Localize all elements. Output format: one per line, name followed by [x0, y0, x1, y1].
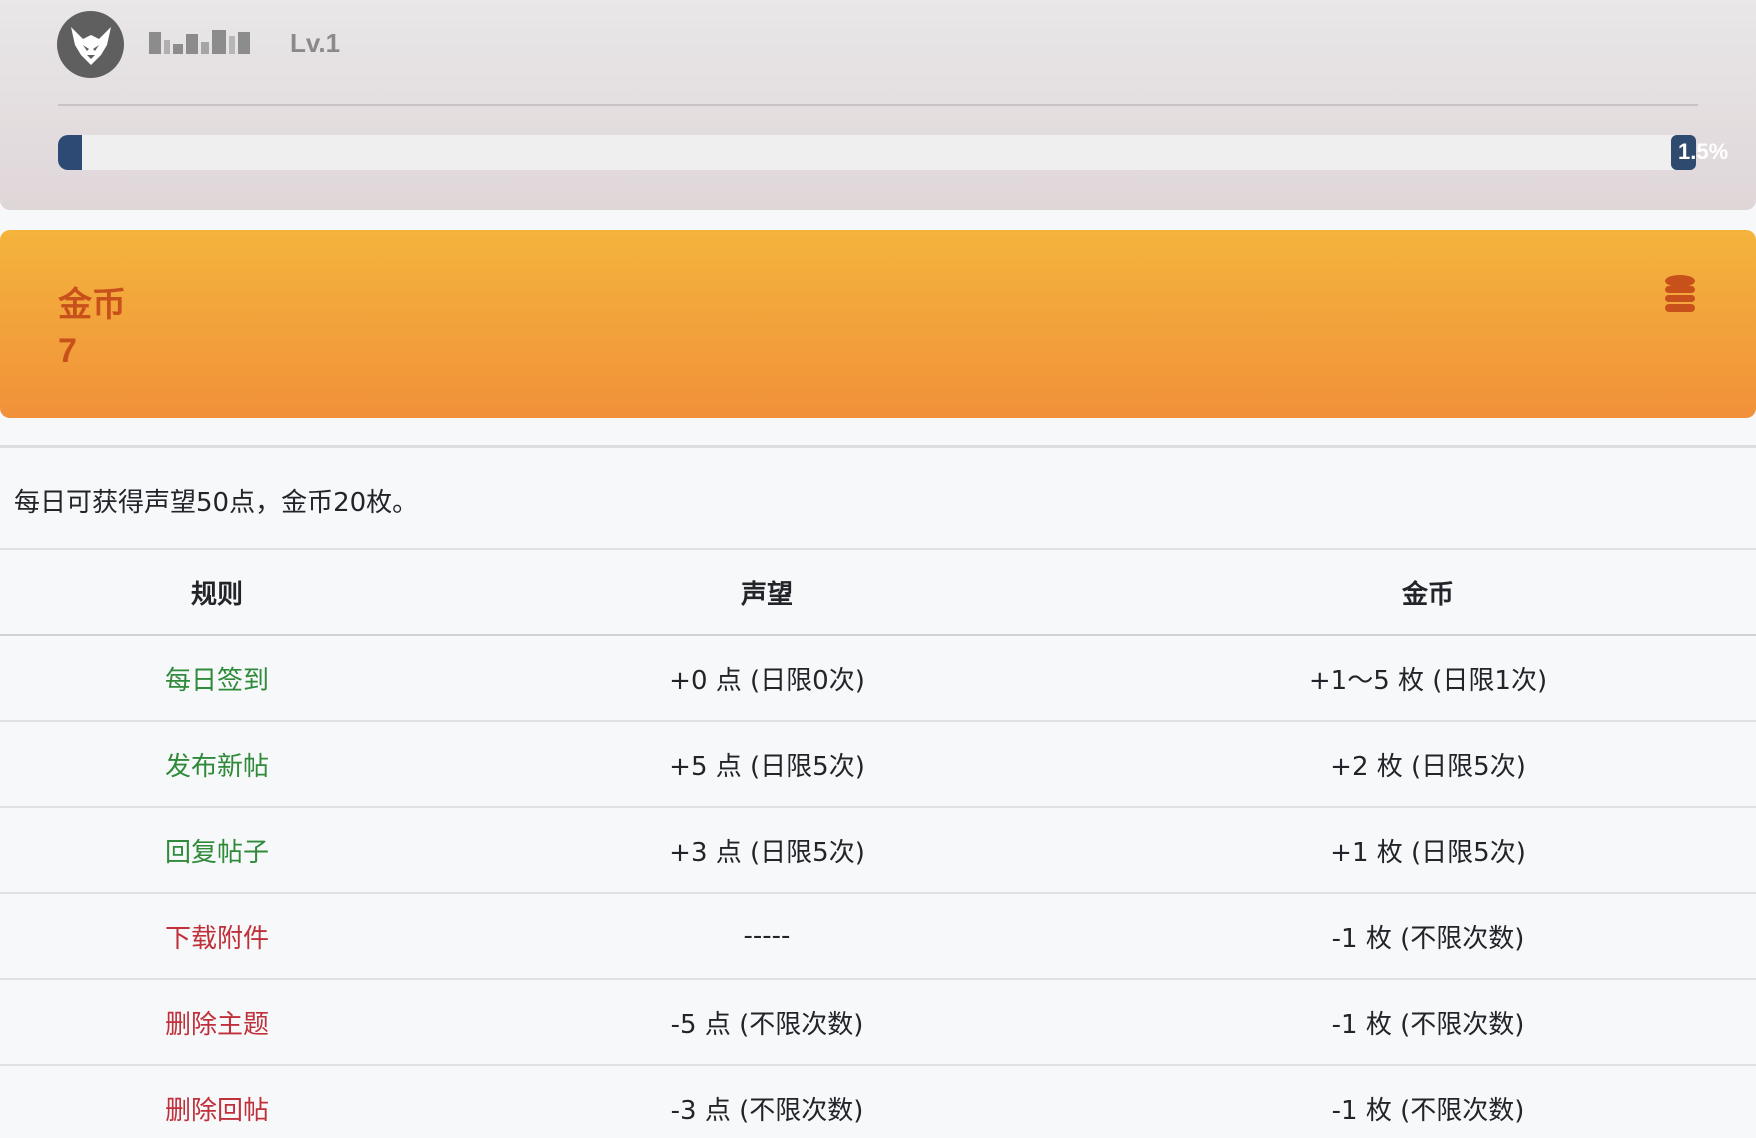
demon-mask-icon [70, 26, 111, 65]
coin-balance: 7 [58, 332, 77, 370]
coins-value: -1 枚 (不限次数) [1100, 978, 1756, 1065]
coins-value: -1 枚 (不限次数) [1100, 892, 1756, 979]
reputation-value: +3 点 (日限5次) [434, 806, 1100, 893]
reputation-value: +0 点 (日限0次) [434, 634, 1100, 721]
header-coins: 金币 [1100, 548, 1756, 636]
coins-value: +1～5 枚 (日限1次) [1100, 634, 1756, 721]
reputation-value: -5 点 (不限次数) [434, 978, 1100, 1065]
avatar[interactable] [57, 11, 124, 78]
reputation-value: ----- [434, 892, 1100, 979]
panel-divider [0, 445, 1756, 448]
coin-card-title: 金币 [58, 285, 126, 325]
coins-stack-icon [1665, 275, 1695, 312]
profile-card: Lv.1 1.5% [0, 0, 1756, 210]
user-level: Lv.1 [290, 28, 341, 58]
username-redacted [149, 30, 262, 54]
table-header-row: 规则 声望 金币 [0, 548, 1756, 636]
reputation-value: -3 点 (不限次数) [434, 1064, 1100, 1138]
table-row: 发布新帖 +5 点 (日限5次) +2 枚 (日限5次) [0, 720, 1756, 807]
rules-table: 规则 声望 金币 每日签到 +0 点 (日限0次) +1～5 枚 (日限1次) … [0, 548, 1756, 1138]
coin-card: 金币 7 [0, 230, 1756, 418]
table-row: 下载附件 ----- -1 枚 (不限次数) [0, 892, 1756, 979]
level-progress-bar [58, 135, 1688, 170]
table-row: 删除主题 -5 点 (不限次数) -1 枚 (不限次数) [0, 978, 1756, 1065]
daily-limit-notice: 每日可获得声望50点，金币20枚。 [14, 488, 419, 518]
header-reputation: 声望 [434, 548, 1100, 636]
divider [58, 104, 1698, 106]
rule-name: 下载附件 [0, 892, 434, 979]
table-row: 每日签到 +0 点 (日限0次) +1～5 枚 (日限1次) [0, 634, 1756, 721]
rule-name: 每日签到 [0, 634, 434, 721]
reputation-value: +5 点 (日限5次) [434, 720, 1100, 807]
rule-name: 删除回帖 [0, 1064, 434, 1138]
points-rules-page: Lv.1 1.5% 金币 7 每日可获得声望50点，金币20枚。 规则 声望 金… [0, 0, 1756, 1138]
coins-value: +2 枚 (日限5次) [1100, 720, 1756, 807]
level-progress-fill [58, 135, 83, 170]
coins-value: +1 枚 (日限5次) [1100, 806, 1756, 893]
header-rule: 规则 [0, 548, 434, 636]
progress-percent-label: 1.5% [1678, 139, 1729, 164]
rule-name: 删除主题 [0, 978, 434, 1065]
rule-name: 发布新帖 [0, 720, 434, 807]
coins-value: -1 枚 (不限次数) [1100, 1064, 1756, 1138]
rule-name: 回复帖子 [0, 806, 434, 893]
table-row: 回复帖子 +3 点 (日限5次) +1 枚 (日限5次) [0, 806, 1756, 893]
table-row: 删除回帖 -3 点 (不限次数) -1 枚 (不限次数) [0, 1064, 1756, 1138]
